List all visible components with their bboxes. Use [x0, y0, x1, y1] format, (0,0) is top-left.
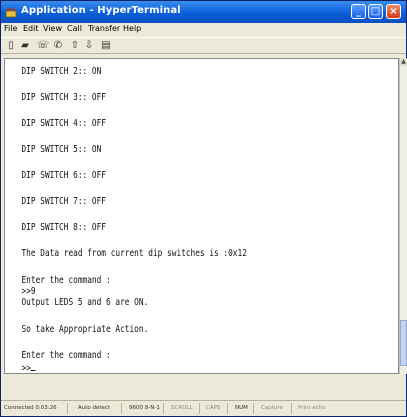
terminal-line: DIP SWITCH 3:: OFF: [21, 92, 107, 103]
status-connected: Connected 0:03:26: [4, 405, 57, 411]
hyperterminal-window: Application - HyperTerminal _ □ × File E…: [0, 0, 407, 417]
terminal-text: DIP SWITCH 2:: ON DIP SWITCH 3:: OFF DIP…: [9, 63, 309, 374]
phone-icon[interactable]: ☏: [36, 39, 50, 53]
maximize-button[interactable]: □: [368, 4, 383, 19]
menu-bar: File Edit View Call Transfer Help: [1, 23, 406, 36]
scroll-up-icon[interactable]: ▲: [400, 58, 407, 66]
terminal-line: DIP SWITCH 2:: ON: [21, 66, 102, 77]
status-scroll: SCROLL: [171, 405, 193, 411]
status-divider: [253, 403, 254, 414]
terminal-line: DIP SWITCH 8:: OFF: [21, 222, 107, 233]
send-icon[interactable]: ⇧: [68, 39, 82, 53]
properties-icon[interactable]: ▤: [99, 39, 113, 53]
open-icon[interactable]: ▰: [18, 39, 32, 53]
terminal-line: DIP SWITCH 5:: ON: [21, 144, 102, 155]
terminal-line: Output LEDS 5 and 6 are ON.: [21, 297, 149, 308]
menu-view[interactable]: View: [43, 24, 62, 33]
phone-app-icon: [5, 7, 17, 18]
menu-call[interactable]: Call: [67, 24, 82, 33]
terminal-line: Enter the command :: [21, 350, 111, 361]
menu-file[interactable]: File: [4, 24, 17, 33]
window-title: Application - HyperTerminal: [21, 5, 181, 16]
terminal-area[interactable]: DIP SWITCH 2:: ON DIP SWITCH 3:: OFF DIP…: [4, 58, 399, 374]
text-cursor: [30, 361, 36, 371]
status-divider: [291, 403, 292, 414]
status-detect: Auto detect: [78, 405, 111, 411]
title-bar[interactable]: Application - HyperTerminal _ □ ×: [1, 1, 406, 23]
close-button[interactable]: ×: [386, 4, 401, 19]
new-icon[interactable]: ▯: [4, 39, 18, 53]
menu-help[interactable]: Help: [123, 24, 141, 33]
terminal-line: DIP SWITCH 6:: OFF: [21, 170, 107, 181]
terminal-line: >>9: [21, 286, 36, 297]
menu-transfer[interactable]: Transfer: [88, 24, 120, 33]
status-divider: [227, 403, 228, 414]
terminal-prompt: >>: [21, 363, 31, 374]
status-caps: CAPS: [206, 405, 221, 411]
status-baud: 9600 8-N-1: [129, 405, 160, 411]
status-capture: Capture: [261, 405, 283, 411]
terminal-line: DIP SWITCH 7:: OFF: [21, 196, 107, 207]
status-print-echo: Print echo: [298, 405, 326, 411]
menu-edit[interactable]: Edit: [23, 24, 39, 33]
terminal-line: Enter the command :: [21, 275, 111, 286]
terminal-prompt-line: >>: [21, 361, 36, 374]
status-divider: [121, 403, 122, 414]
minimize-button[interactable]: _: [351, 4, 366, 19]
status-divider: [67, 403, 68, 414]
status-num: NUM: [235, 405, 248, 411]
receive-icon[interactable]: ⇩: [82, 39, 96, 53]
status-bar: Connected 0:03:26 Auto detect 9600 8-N-1…: [1, 400, 406, 417]
toolbar: ▯ ▰ ☏ ✆ ⇧ ⇩ ▤: [1, 37, 406, 54]
scrollbar-thumb[interactable]: [400, 320, 407, 366]
status-divider: [163, 403, 164, 414]
vertical-scrollbar[interactable]: ▲: [399, 58, 407, 374]
hangup-icon[interactable]: ✆: [51, 39, 65, 53]
terminal-line: So take Appropriate Action.: [21, 324, 149, 335]
terminal-line: DIP SWITCH 4:: OFF: [21, 118, 107, 129]
status-divider: [199, 403, 200, 414]
terminal-line: The Data read from current dip switches …: [21, 248, 247, 259]
